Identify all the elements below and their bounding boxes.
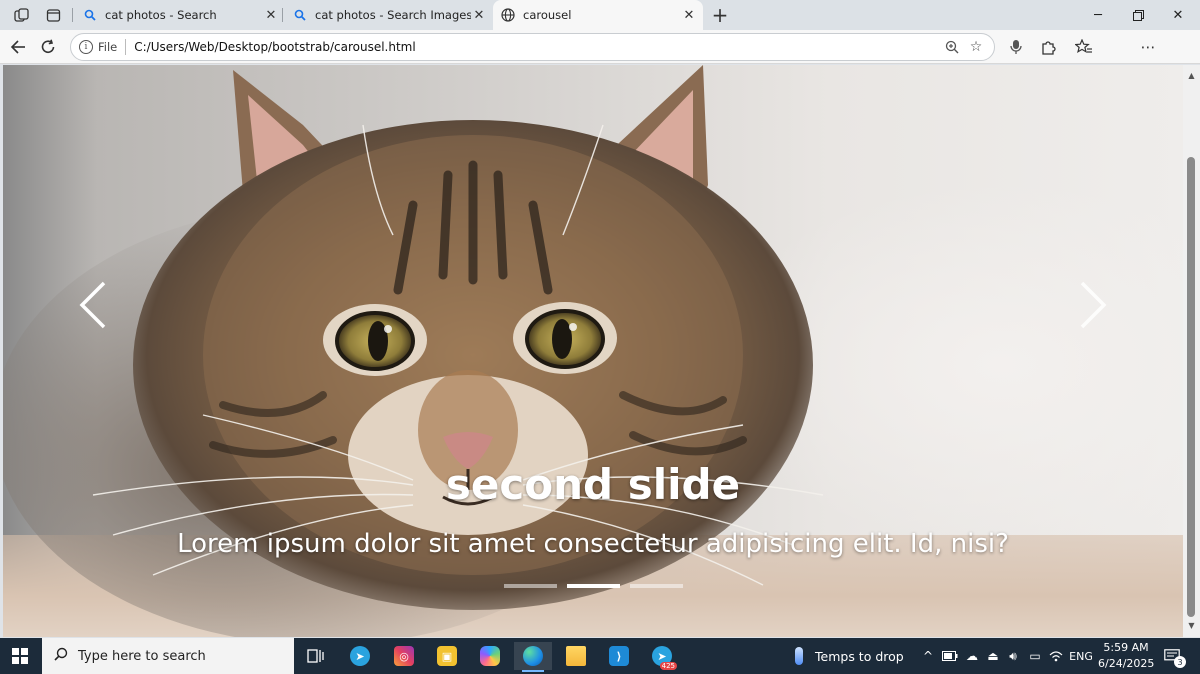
address-divider bbox=[125, 39, 127, 55]
new-tab-button[interactable]: + bbox=[708, 3, 732, 27]
instagram-app-button[interactable]: ◎ bbox=[385, 642, 423, 670]
site-info-icon[interactable]: i bbox=[79, 40, 93, 54]
refresh-icon bbox=[41, 39, 55, 53]
carousel-prev-button[interactable] bbox=[63, 275, 123, 335]
instagram-icon: ◎ bbox=[394, 646, 414, 666]
copilot-app-button[interactable] bbox=[471, 642, 509, 670]
thermometer-icon bbox=[795, 647, 803, 665]
close-icon[interactable]: ✕ bbox=[681, 7, 697, 23]
windows-start-icon[interactable] bbox=[12, 648, 28, 664]
weather-widget[interactable]: Temps to drop bbox=[795, 638, 904, 674]
taskbar-search-placeholder: Type here to search bbox=[78, 648, 206, 664]
clock-date: 6/24/2025 bbox=[1098, 657, 1155, 670]
clock-time: 5:59 AM bbox=[1103, 641, 1149, 654]
tab-separator bbox=[282, 8, 283, 22]
zoom-icon[interactable] bbox=[940, 35, 964, 59]
weather-text: Temps to drop bbox=[815, 648, 904, 664]
telegram-icon: ➤ bbox=[350, 646, 370, 666]
carousel-indicator-2[interactable] bbox=[566, 584, 620, 588]
close-icon[interactable]: ✕ bbox=[471, 7, 487, 23]
input-language[interactable]: ENG bbox=[1068, 646, 1094, 666]
scroll-down-arrow-icon[interactable]: ▼ bbox=[1183, 618, 1200, 632]
wifi-icon[interactable] bbox=[1047, 646, 1065, 666]
carousel: second slide Lorem ipsum dolor sit amet … bbox=[3, 65, 1183, 637]
folder-icon bbox=[566, 646, 586, 666]
tab-actions-icon[interactable] bbox=[42, 4, 64, 26]
browser-toolbar: i File C:/Users/Web/Desktop/bootstrab/ca… bbox=[0, 30, 1200, 87]
telegram-app-button[interactable]: ➤ bbox=[341, 642, 379, 670]
search-icon bbox=[54, 647, 68, 665]
onedrive-cloud-icon[interactable]: ☁ bbox=[962, 646, 982, 666]
task-view-button[interactable] bbox=[297, 642, 335, 670]
carousel-indicator-3[interactable] bbox=[629, 584, 683, 588]
vscode-app-button[interactable]: ⟩ bbox=[600, 642, 638, 670]
windows-taskbar: Type here to search ➤ ◎ ▣ ⟩ ➤ 425 Temps … bbox=[0, 638, 1200, 674]
read-aloud-icon[interactable] bbox=[1004, 35, 1028, 59]
system-clock[interactable]: 5:59 AM 6/24/2025 bbox=[1098, 640, 1154, 672]
slide-title: second slide bbox=[445, 460, 741, 509]
taskbar-search[interactable]: Type here to search bbox=[42, 638, 294, 674]
favorite-star-icon[interactable]: ☆ bbox=[964, 35, 988, 59]
restore-button[interactable] bbox=[1118, 0, 1158, 30]
refresh-button[interactable] bbox=[36, 35, 60, 59]
copilot-icon bbox=[480, 646, 500, 666]
window-close-button[interactable]: ✕ bbox=[1158, 0, 1198, 30]
photos-app-button[interactable]: ▣ bbox=[428, 642, 466, 670]
address-bar[interactable]: i File C:/Users/Web/Desktop/bootstrab/ca… bbox=[70, 33, 995, 61]
tab-cat-photos-search[interactable]: cat photos - Search ✕ bbox=[72, 0, 285, 30]
tab-carousel[interactable]: carousel ✕ bbox=[493, 0, 703, 30]
usb-device-icon[interactable]: ⏏ bbox=[984, 646, 1002, 666]
workspaces-icon[interactable] bbox=[10, 4, 32, 26]
task-view-icon bbox=[307, 649, 324, 663]
minimize-button[interactable]: ─ bbox=[1078, 0, 1118, 30]
display-icon[interactable]: ▭ bbox=[1025, 646, 1045, 666]
vertical-scrollbar[interactable]: ▲ ▼ bbox=[1183, 65, 1200, 637]
notification-count-badge: 3 bbox=[1174, 656, 1186, 668]
tab-title: cat photos - Search Images bbox=[315, 8, 471, 22]
tab-strip: cat photos - Search ✕ cat photos - Searc… bbox=[0, 0, 1200, 30]
search-icon bbox=[293, 8, 307, 22]
restore-icon bbox=[1132, 9, 1144, 21]
scrollbar-thumb[interactable] bbox=[1187, 157, 1195, 617]
back-arrow-icon bbox=[10, 40, 25, 54]
telegram-unread-badge: 425 bbox=[659, 662, 677, 670]
chevron-left-icon bbox=[79, 281, 106, 329]
extensions-icon[interactable] bbox=[1036, 35, 1060, 59]
photos-icon: ▣ bbox=[437, 646, 457, 666]
tab-cat-photos-search-images[interactable]: cat photos - Search Images ✕ bbox=[282, 0, 493, 30]
more-menu-icon[interactable]: ⋯ bbox=[1136, 35, 1160, 59]
carousel-indicators bbox=[3, 584, 1183, 588]
carousel-indicator-1[interactable] bbox=[503, 584, 557, 588]
close-icon[interactable]: ✕ bbox=[263, 7, 279, 23]
telegram-second-app-button[interactable]: ➤ 425 bbox=[643, 642, 681, 670]
back-button[interactable] bbox=[6, 35, 30, 59]
edge-app-button[interactable] bbox=[514, 642, 552, 672]
volume-icon[interactable]: 🔊︎ bbox=[1003, 646, 1023, 666]
tab-title: carousel bbox=[523, 8, 572, 22]
scroll-up-arrow-icon[interactable]: ▲ bbox=[1183, 68, 1200, 82]
search-icon bbox=[83, 8, 97, 22]
tab-separator bbox=[72, 8, 73, 22]
show-hidden-icons-chevron-icon[interactable]: ^ bbox=[920, 646, 936, 666]
file-scheme-label: File bbox=[98, 40, 118, 54]
chevron-right-icon bbox=[1080, 281, 1107, 329]
favorites-icon[interactable] bbox=[1072, 35, 1096, 59]
tab-title: cat photos - Search bbox=[105, 8, 217, 22]
carousel-next-button[interactable] bbox=[1063, 275, 1123, 335]
file-explorer-app-button[interactable] bbox=[557, 642, 595, 670]
battery-icon[interactable] bbox=[940, 646, 960, 666]
vscode-icon: ⟩ bbox=[609, 646, 629, 666]
edge-icon bbox=[523, 646, 543, 666]
globe-icon bbox=[501, 8, 515, 22]
slide-caption: Lorem ipsum dolor sit amet consectetur a… bbox=[177, 529, 1009, 559]
notification-center-button[interactable]: 3 bbox=[1162, 646, 1186, 668]
url-text[interactable]: C:/Users/Web/Desktop/bootstrab/carousel.… bbox=[134, 40, 940, 54]
